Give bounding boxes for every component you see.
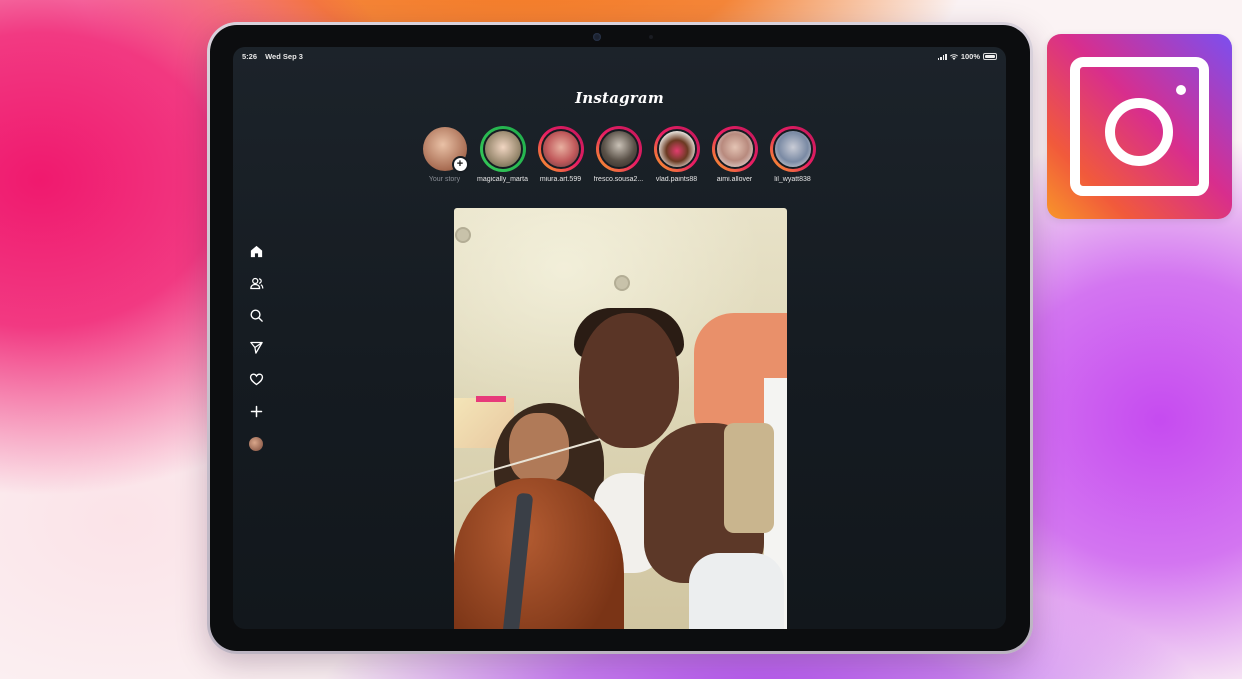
sidebar-item-profile[interactable]	[246, 435, 266, 452]
home-icon	[250, 245, 262, 258]
story-item[interactable]: vlad.paints88	[651, 126, 702, 183]
avatar	[656, 129, 697, 169]
sidebar-item-people[interactable]	[246, 275, 266, 292]
avatar	[714, 129, 755, 169]
search-icon	[250, 309, 263, 322]
sidebar-nav	[246, 243, 266, 452]
avatar	[598, 129, 639, 169]
signal-icon	[937, 53, 947, 60]
story-item[interactable]: aimi.allover	[709, 126, 760, 183]
wifi-icon	[949, 53, 958, 60]
story-item[interactable]: lil_wyatt838	[767, 126, 818, 183]
story-username: vlad.paints88	[655, 176, 698, 183]
ipad-screen: 5:26 Wed Sep 3 100% Instagram + Your sto…	[233, 47, 1006, 629]
ipad-device: 5:26 Wed Sep 3 100% Instagram + Your sto…	[207, 22, 1033, 654]
story-username: fresco.sousa2...	[593, 176, 644, 183]
story-item[interactable]: fresco.sousa2...	[593, 126, 644, 183]
story-item[interactable]: miura.art.599	[535, 126, 586, 183]
avatar	[540, 129, 581, 169]
send-icon	[249, 341, 263, 354]
ceiling-light	[616, 277, 628, 289]
people-icon	[249, 277, 263, 290]
story-item[interactable]: magically_marta	[477, 126, 528, 183]
sidebar-item-create[interactable]	[246, 403, 266, 420]
story-username: magically_marta	[477, 176, 528, 183]
status-date: Wed Sep 3	[265, 52, 303, 61]
ipad-bezel: 5:26 Wed Sep 3 100% Instagram + Your sto…	[210, 25, 1030, 651]
story-username: Your story	[428, 176, 461, 183]
sidebar-item-notifications[interactable]	[246, 371, 266, 388]
instagram-app-icon	[1047, 34, 1232, 219]
battery-icon	[983, 53, 997, 60]
avatar	[482, 129, 523, 169]
front-camera	[593, 33, 601, 41]
story-username: aimi.allover	[716, 176, 753, 183]
avatar	[772, 129, 813, 169]
story-own[interactable]: + Your story	[419, 126, 470, 183]
status-bar: 5:26 Wed Sep 3 100%	[242, 52, 997, 64]
camera-sensor	[649, 35, 653, 39]
ceiling-light	[457, 229, 469, 241]
instagram-logo[interactable]: Instagram	[233, 89, 1006, 107]
plus-icon	[250, 405, 262, 418]
sidebar-item-search[interactable]	[246, 307, 266, 324]
stories-tray: + Your story magically_marta miura.art.5…	[419, 126, 818, 183]
add-story-icon[interactable]: +	[451, 156, 469, 173]
story-username: lil_wyatt838	[774, 176, 811, 183]
sidebar-item-messages[interactable]	[246, 339, 266, 356]
heart-icon	[249, 373, 263, 386]
profile-avatar	[249, 436, 263, 451]
feed-post-image[interactable]	[454, 208, 787, 629]
battery-percent: 100%	[960, 52, 980, 61]
story-username: miura.art.599	[539, 176, 582, 183]
instagram-camera-icon	[1070, 57, 1209, 196]
status-time: 5:26	[242, 52, 258, 61]
sidebar-item-home[interactable]	[246, 243, 266, 260]
